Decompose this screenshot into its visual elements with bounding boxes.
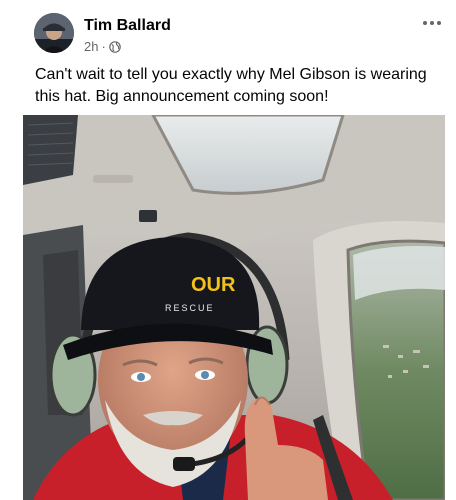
photo-scene: OUR RESCUE <box>23 115 445 500</box>
author-name[interactable]: Tim Ballard <box>84 17 171 35</box>
meta-separator: · <box>101 39 106 54</box>
globe-icon[interactable] <box>109 40 121 53</box>
facebook-post: Tim Ballard 2h · Can't wait to tell you … <box>0 0 456 500</box>
hat-logo-text: OUR <box>191 274 236 296</box>
post-header: Tim Ballard 2h · <box>34 13 444 57</box>
post-meta: 2h · <box>84 39 121 54</box>
author-avatar[interactable] <box>34 13 74 53</box>
more-options-icon[interactable] <box>420 15 444 31</box>
post-text: Can't wait to tell you exactly why Mel G… <box>35 66 427 105</box>
avatar-image <box>34 13 74 53</box>
hat-rescue-text: RESCUE <box>165 303 215 313</box>
post-photo[interactable]: OUR RESCUE <box>23 115 445 500</box>
post-timestamp[interactable]: 2h <box>84 39 98 54</box>
